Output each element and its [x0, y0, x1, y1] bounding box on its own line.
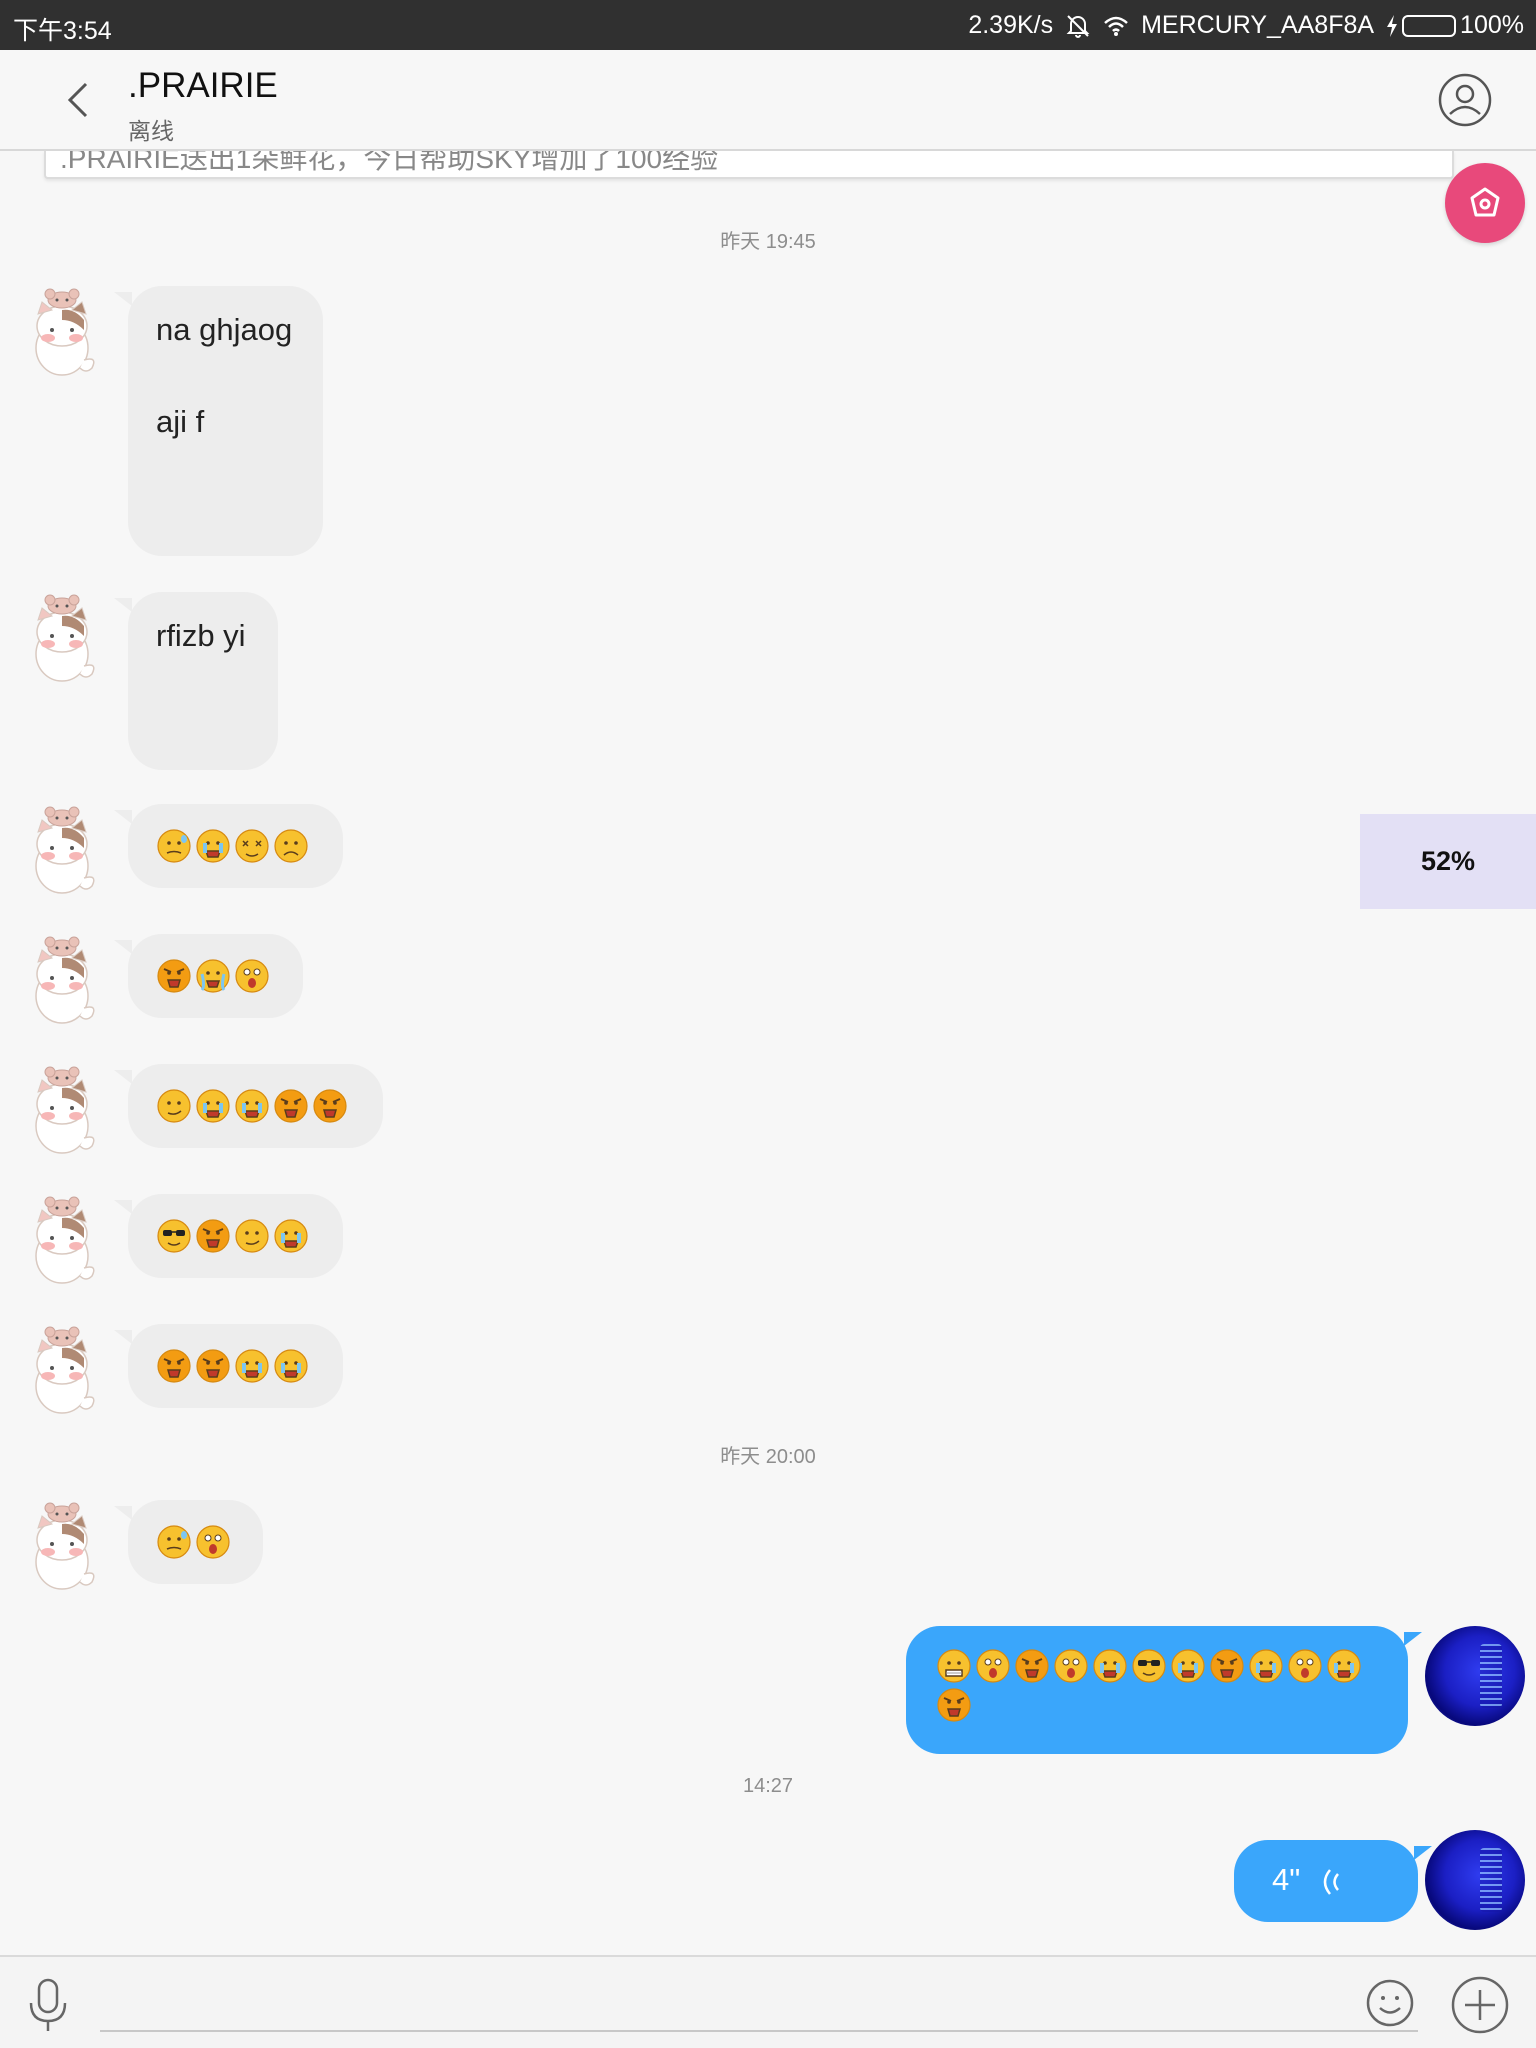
crying-face-icon: [1249, 1649, 1283, 1683]
angry-face-icon: [1210, 1649, 1244, 1683]
worried-face-icon: [274, 829, 308, 863]
gift-notice-text: .PRAIRIE送出1朵鲜花，今日帮助SKY增加了100经验: [60, 151, 719, 174]
input-bar: [0, 1955, 1536, 2048]
avatar[interactable]: [22, 1058, 102, 1158]
dizzy-face-icon: [235, 829, 269, 863]
emoji-row: [156, 1218, 309, 1254]
voice-input-button[interactable]: [26, 1977, 70, 2033]
avatar[interactable]: [22, 1494, 102, 1594]
my-avatar[interactable]: [1425, 1626, 1525, 1726]
emoji-row: [936, 1648, 1386, 1723]
crying-face-icon: [235, 1089, 269, 1123]
avatar[interactable]: [22, 280, 102, 380]
smirk-face-icon: [157, 1089, 191, 1123]
crying-face-icon: [196, 1089, 230, 1123]
shocked-face-icon: [1054, 1649, 1088, 1683]
timestamp: 昨天 20:00: [720, 1446, 816, 1468]
crying-face-icon: [196, 829, 230, 863]
sunglasses-face-icon: [1132, 1649, 1166, 1683]
angry-face-icon: [157, 1349, 191, 1383]
chat-header: .PRAIRIE 离线: [0, 50, 1536, 151]
grimace-face-icon: [937, 1649, 971, 1683]
message-bubble[interactable]: [114, 1064, 383, 1148]
flower-icon: [1470, 187, 1500, 217]
emoji-row: [156, 1348, 309, 1384]
emoji-row: [156, 828, 309, 864]
emoji-row: [156, 1088, 348, 1124]
angry-face-icon: [274, 1089, 308, 1123]
message-text: aji f: [156, 404, 205, 439]
crying-face-icon: [1171, 1649, 1205, 1683]
battery-icon: [1402, 14, 1457, 37]
wifi-icon: [1104, 16, 1128, 36]
battery-indicator: 100%: [1386, 11, 1524, 40]
message-text: rfizb yi: [156, 618, 246, 653]
gift-notice: .PRAIRIE送出1朵鲜花，今日帮助SKY增加了100经验: [44, 151, 1454, 179]
net-speed: 2.39K/s: [968, 11, 1054, 39]
angry-face-icon: [1015, 1649, 1049, 1683]
battery-percent: 100%: [1460, 11, 1524, 39]
charging-icon: [1387, 14, 1398, 37]
shocked-face-icon: [976, 1649, 1010, 1683]
voice-wave-icon: [1323, 1869, 1339, 1895]
avatar[interactable]: [22, 798, 102, 898]
wifi-name: MERCURY_AA8F8A: [1141, 11, 1375, 39]
message-bubble[interactable]: [114, 934, 303, 1018]
avatar[interactable]: [22, 1318, 102, 1418]
angry-face-icon: [937, 1688, 971, 1722]
message-bubble[interactable]: rfizb yi: [114, 592, 278, 770]
emoji-row: [156, 958, 270, 994]
angry-face-icon: [313, 1089, 347, 1123]
crying-face-icon: [274, 1219, 308, 1253]
message-bubble[interactable]: [114, 1324, 343, 1408]
emoji-button[interactable]: [1365, 1978, 1415, 2028]
timestamp: 昨天 19:45: [720, 231, 816, 253]
sunglasses-face-icon: [157, 1219, 191, 1253]
sob-face-icon: [196, 959, 230, 993]
angry-face-icon: [196, 1219, 230, 1253]
angry-face-icon: [157, 959, 191, 993]
status-bar: 下午3:54 2.39K/s MERCURY_AA8F8A 100%: [0, 0, 1536, 50]
message-bubble[interactable]: [114, 804, 343, 888]
shocked-face-icon: [1288, 1649, 1322, 1683]
angry-face-icon: [196, 1349, 230, 1383]
input-underline: [100, 2030, 1418, 2032]
back-button[interactable]: [52, 72, 108, 128]
shocked-face-icon: [196, 1525, 230, 1559]
my-avatar[interactable]: [1425, 1830, 1525, 1930]
smirk-face-icon: [235, 1219, 269, 1253]
profile-button[interactable]: [1437, 72, 1493, 128]
voice-message-bubble[interactable]: 4": [1234, 1840, 1432, 1922]
online-status: 离线: [128, 118, 174, 144]
sweat-face-icon: [157, 1525, 191, 1559]
crying-face-icon: [274, 1349, 308, 1383]
message-text: na ghjaog: [156, 312, 293, 347]
message-bubble-outgoing[interactable]: [906, 1626, 1422, 1754]
crying-face-icon: [1327, 1649, 1361, 1683]
voice-duration: 4": [1272, 1862, 1301, 1897]
message-input[interactable]: [100, 1971, 1360, 2027]
shocked-face-icon: [235, 959, 269, 993]
avatar[interactable]: [22, 928, 102, 1028]
timestamp: 14:27: [742, 1775, 794, 1797]
sweat-face-icon: [157, 829, 191, 863]
status-right: 2.39K/s MERCURY_AA8F8A 100%: [968, 11, 1524, 40]
chat-title: .PRAIRIE: [128, 66, 278, 105]
avatar[interactable]: [22, 1188, 102, 1288]
avatar[interactable]: [22, 586, 102, 686]
message-bubble[interactable]: [114, 1500, 263, 1584]
more-button[interactable]: [1450, 1975, 1510, 2035]
message-bubble[interactable]: na ghjaog aji f: [114, 286, 323, 556]
crying-face-icon: [1093, 1649, 1127, 1683]
bell-muted-icon: [1066, 14, 1090, 38]
progress-badge: 52%: [1360, 814, 1536, 909]
status-time: 下午3:54: [13, 17, 112, 45]
message-bubble[interactable]: [114, 1194, 343, 1278]
crying-face-icon: [235, 1349, 269, 1383]
emoji-row: [156, 1524, 231, 1560]
